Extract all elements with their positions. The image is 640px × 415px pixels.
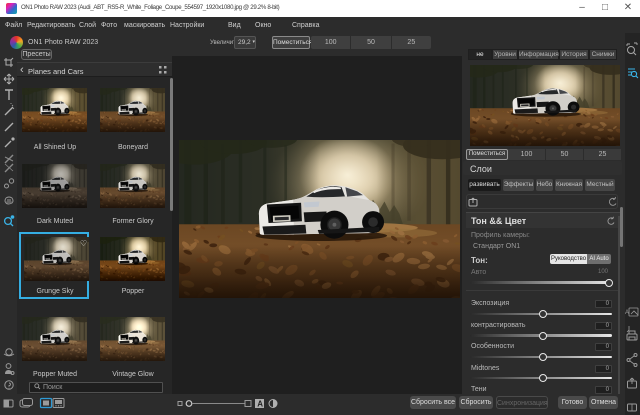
svg-text:A: A [625, 310, 629, 316]
svg-text:A: A [257, 400, 263, 409]
